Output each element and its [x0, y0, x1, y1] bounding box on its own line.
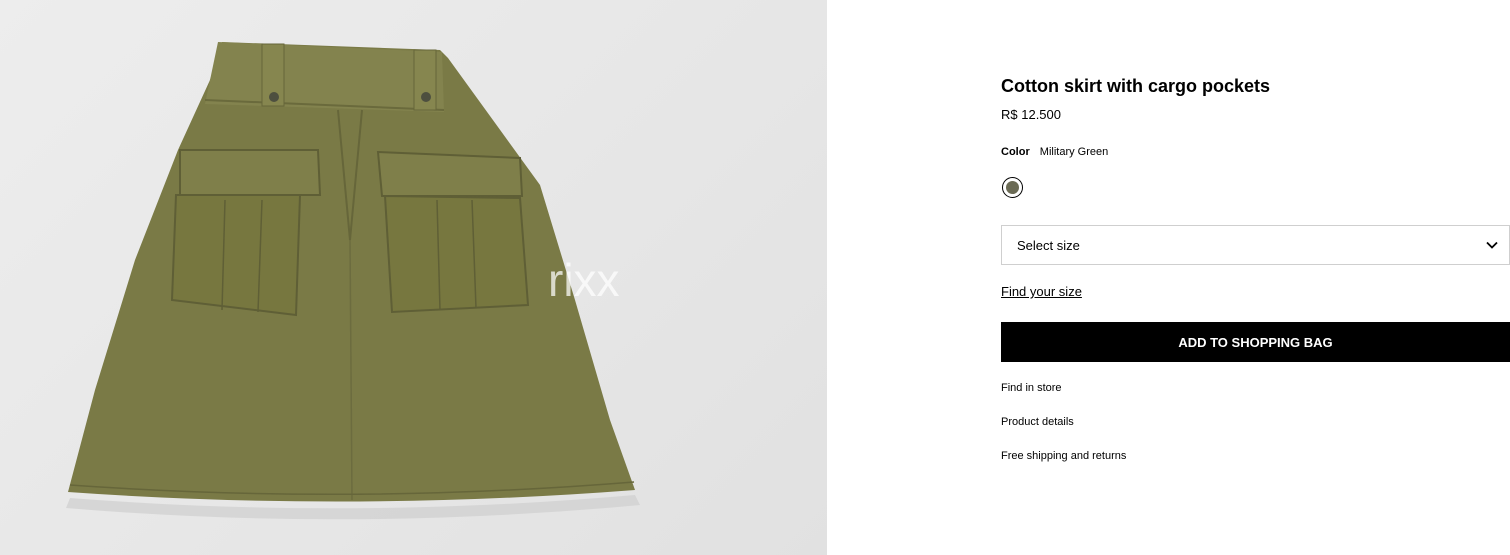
skirt-illustration [66, 42, 640, 520]
swatch-fill [1005, 180, 1019, 194]
color-label: Color [1001, 146, 1030, 158]
product-image[interactable]: rixx [0, 0, 827, 555]
size-select-label: Select size [1017, 238, 1080, 253]
product-info-panel: Cotton skirt with cargo pockets R$ 12.50… [1001, 0, 1510, 555]
free-shipping-link[interactable]: Free shipping and returns [1001, 450, 1126, 462]
chevron-down-icon [1486, 241, 1498, 249]
add-to-bag-button[interactable]: ADD TO SHOPPING BAG [1001, 322, 1510, 362]
image-watermark: rixx [548, 254, 620, 306]
find-your-size-link[interactable]: Find your size [1001, 284, 1082, 299]
color-row: Color Military Green [1001, 146, 1108, 158]
find-in-store-link[interactable]: Find in store [1001, 382, 1062, 394]
color-value: Military Green [1039, 146, 1109, 158]
size-select[interactable]: Select size [1001, 225, 1510, 265]
product-price: R$ 12.500 [1001, 107, 1061, 122]
product-details-link[interactable]: Product details [1001, 416, 1074, 428]
color-swatch-military-green[interactable] [1002, 177, 1023, 198]
product-title: Cotton skirt with cargo pockets [1001, 76, 1271, 96]
